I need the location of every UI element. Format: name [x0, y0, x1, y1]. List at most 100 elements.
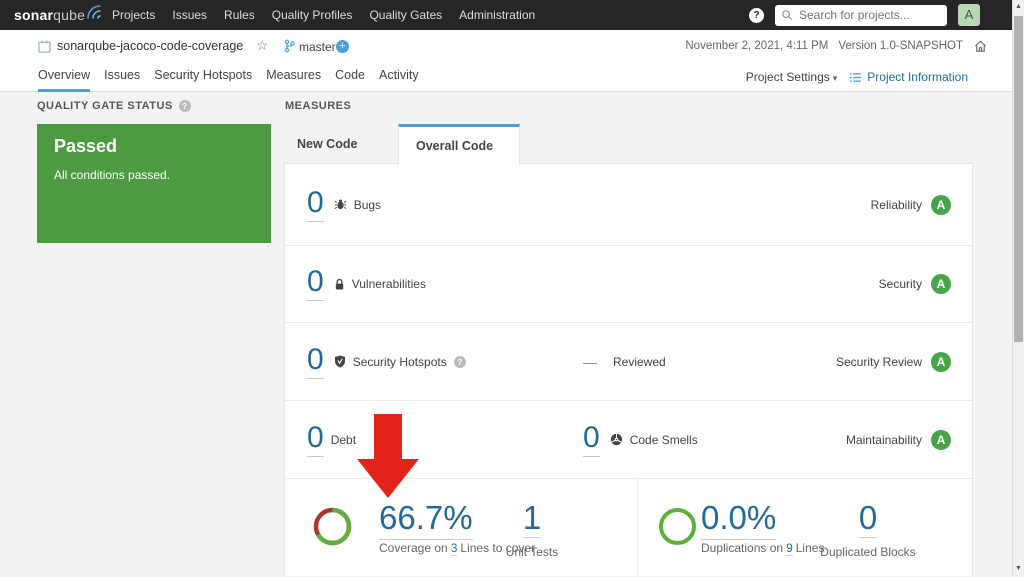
annotation-arrow-shaft — [374, 414, 402, 460]
code-smells-count-link[interactable]: 0 — [583, 423, 600, 457]
tab-activity[interactable]: Activity — [379, 68, 419, 92]
code-smells-label: Code Smells — [630, 433, 698, 447]
tab-overall-code[interactable]: Overall Code — [398, 124, 520, 164]
page-header: sonarqube-jacoco-code-coverage ☆ master … — [0, 30, 1024, 92]
scroll-up-icon[interactable]: ▲ — [1013, 0, 1024, 14]
branch-icon — [284, 39, 295, 53]
hotspots-measure: 0 Security Hotspots ? — [307, 345, 466, 379]
vertical-scrollbar[interactable]: ▲ ▼ — [1012, 0, 1024, 576]
project-name[interactable]: sonarqube-jacoco-code-coverage — [57, 39, 243, 53]
project-information-button[interactable]: Project Information — [849, 70, 968, 84]
measures-panel: 0 Bugs Reliability A 0 — [284, 163, 973, 576]
tab-security-hotspots[interactable]: Security Hotspots — [154, 68, 252, 92]
duplicated-blocks-metric: 0 Duplicated Blocks — [813, 501, 923, 559]
hotspots-help-icon[interactable]: ? — [454, 356, 466, 368]
project-version: Version 1.0-SNAPSHOT — [838, 40, 963, 52]
user-avatar[interactable]: A — [958, 4, 980, 26]
coverage-ring-chart — [312, 506, 353, 547]
top-navbar: sonarqube Projects Issues Rules Quality … — [0, 0, 1024, 30]
unit-tests-count-link[interactable]: 1 — [523, 501, 541, 538]
debt-label: Debt — [331, 433, 356, 447]
sonarqube-logo[interactable]: sonarqube — [14, 0, 105, 30]
security-rating-badge[interactable]: A — [931, 274, 951, 294]
vulnerabilities-measure: 0 Vulnerabilities — [307, 267, 426, 301]
project-information-label: Project Information — [867, 70, 968, 84]
maintainability-label: Maintainability — [846, 433, 922, 447]
measure-row-bugs: 0 Bugs Reliability A — [285, 164, 972, 246]
duplicated-blocks-count-link[interactable]: 0 — [859, 501, 877, 538]
measure-row-vulnerabilities: 0 Vulnerabilities Security A — [285, 246, 972, 323]
project-tabs: Overview Issues Security Hotspots Measur… — [38, 62, 419, 92]
duplications-desc-prefix: Duplications on — [701, 541, 783, 555]
unit-tests-label: Unit Tests — [497, 545, 567, 559]
duplication-lines-link[interactable]: 9 — [786, 541, 793, 556]
reliability-rating: Reliability A — [871, 195, 951, 215]
quality-gate-status: Passed — [54, 136, 117, 157]
shield-icon — [334, 355, 346, 368]
measures-title-text: MEASURES — [285, 100, 351, 112]
tab-code[interactable]: Code — [335, 68, 365, 92]
branch-add-icon[interactable]: + — [336, 40, 349, 53]
annotation-arrow-head — [357, 459, 419, 498]
hotspots-label: Security Hotspots — [353, 355, 447, 369]
hotspots-reviewed: — Reviewed — [583, 354, 666, 370]
analysis-meta: November 2, 2021, 4:11 PM Version 1.0-SN… — [685, 30, 988, 62]
search-icon — [781, 9, 793, 21]
security-review-label: Security Review — [836, 355, 922, 369]
navbar-right: ? A — [749, 0, 980, 30]
chevron-down-icon: ▾ — [833, 73, 838, 83]
duplications-ring-chart — [657, 506, 698, 547]
vulnerabilities-label: Vulnerabilities — [352, 277, 426, 291]
reliability-rating-badge[interactable]: A — [931, 195, 951, 215]
coverage-duplications-divider — [637, 479, 638, 577]
coverage-percent: 66.7% — [379, 501, 473, 534]
lock-icon — [334, 278, 345, 291]
quality-gate-help-icon[interactable]: ? — [179, 100, 191, 112]
coverage-desc-prefix: Coverage on — [379, 541, 448, 555]
code-smells-icon — [610, 433, 623, 446]
tab-issues[interactable]: Issues — [104, 68, 140, 92]
main-menu: Projects Issues Rules Quality Profiles Q… — [112, 0, 535, 30]
coverage-percent-link[interactable]: 66.7% — [379, 499, 473, 540]
tab-new-code[interactable]: New Code — [284, 124, 398, 164]
bugs-count-link[interactable]: 0 — [307, 188, 324, 222]
measures-section-title: MEASURES — [285, 100, 351, 112]
scrollbar-thumb[interactable] — [1014, 16, 1023, 342]
vulnerabilities-count-link[interactable]: 0 — [307, 267, 324, 301]
bugs-measure: 0 Bugs — [307, 188, 381, 222]
debt-measure: 0 Debt — [307, 423, 356, 457]
lines-to-cover-link[interactable]: 3 — [451, 541, 458, 556]
quality-gate-status-card: Passed All conditions passed. — [37, 124, 271, 243]
project-actions: Project Settings▾ Project Information — [746, 62, 968, 92]
project-settings-label: Project Settings — [746, 70, 830, 84]
menu-rules[interactable]: Rules — [224, 8, 255, 22]
scroll-down-icon[interactable]: ▼ — [1013, 562, 1024, 576]
help-icon[interactable]: ? — [749, 8, 764, 23]
debt-count-link[interactable]: 0 — [307, 423, 324, 457]
search-input[interactable] — [775, 5, 947, 26]
security-rating: Security A — [879, 274, 951, 294]
menu-issues[interactable]: Issues — [172, 8, 207, 22]
duplications-percent: 0.0% — [701, 501, 776, 534]
menu-projects[interactable]: Projects — [112, 8, 155, 22]
project-settings-dropdown[interactable]: Project Settings▾ — [746, 70, 838, 84]
security-label: Security — [879, 277, 922, 291]
home-icon[interactable] — [973, 39, 988, 53]
favorite-star-icon[interactable]: ☆ — [256, 37, 269, 54]
reviewed-value: — — [583, 354, 597, 370]
unit-tests-metric: 1 Unit Tests — [497, 501, 567, 559]
tab-overview[interactable]: Overview — [38, 68, 90, 92]
hotspots-count-link[interactable]: 0 — [307, 345, 324, 379]
code-smells-measure: 0 Code Smells — [583, 423, 698, 457]
security-review-rating-badge[interactable]: A — [931, 352, 951, 372]
quality-gate-section-title: QUALITY GATE STATUS ? — [37, 100, 191, 112]
menu-quality-profiles[interactable]: Quality Profiles — [272, 8, 353, 22]
tab-measures[interactable]: Measures — [266, 68, 321, 92]
duplications-percent-link[interactable]: 0.0% — [701, 499, 776, 540]
duplications-description: Duplications on9Lines — [701, 541, 824, 555]
reliability-label: Reliability — [871, 198, 922, 212]
analysis-date: November 2, 2021, 4:11 PM — [685, 40, 828, 52]
menu-administration[interactable]: Administration — [459, 8, 535, 22]
maintainability-rating-badge[interactable]: A — [931, 430, 951, 450]
menu-quality-gates[interactable]: Quality Gates — [369, 8, 442, 22]
